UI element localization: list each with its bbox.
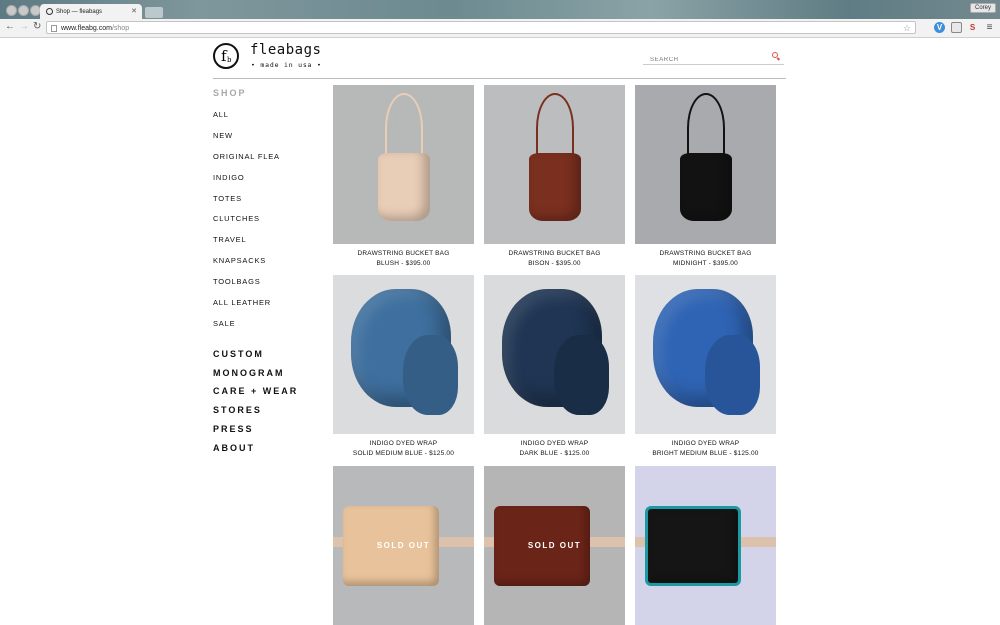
product-card[interactable]: SOLD OUT [484,466,625,625]
back-arrow-icon[interactable]: ← [5,21,15,33]
product-variant-price: SOLID MEDIUM BLUE - $125.00 [352,450,455,457]
search-box [643,48,784,68]
menu-icon[interactable]: ≡ [984,22,995,33]
sidebar-nav: SHOP ALL NEW ORIGINAL FLEA INDIGO TOTES … [213,88,323,462]
product-photo[interactable] [333,85,474,244]
scarf-tail [705,335,760,415]
browser-tab[interactable]: Shop — fleabags ✕ [40,4,142,19]
nav-custom[interactable]: CUSTOM [213,349,323,368]
sold-out-label: SOLD OUT [376,541,431,550]
bag-body [529,153,581,221]
product-card[interactable] [635,466,776,625]
product-name[interactable]: INDIGO DYED WRAP [333,440,474,447]
url-host: www.fleabg.com [61,25,112,32]
search-icon[interactable] [772,52,778,58]
product-photo[interactable] [484,85,625,244]
nav-stores[interactable]: STORES [213,405,323,424]
product-photo[interactable]: SOLD OUT [484,466,625,625]
product-card[interactable]: INDIGO DYED WRAP DARK BLUE - $125.00 [484,275,625,457]
bag-body [680,153,732,221]
product-name[interactable]: INDIGO DYED WRAP [484,440,625,447]
minimize-window-button[interactable] [18,5,29,16]
product-photo[interactable] [635,275,776,434]
sidebar-item-sale[interactable]: SALE [213,318,323,339]
scarf-tail [554,335,609,415]
sidebar-item-indigo[interactable]: INDIGO [213,172,323,193]
nav-monogram[interactable]: MONOGRAM [213,368,323,387]
sidebar-item-travel[interactable]: TRAVEL [213,234,323,255]
sidebar-item-knapsacks[interactable]: KNAPSACKS [213,255,323,276]
nav-about[interactable]: ABOUT [213,443,323,462]
product-variant-price: DARK BLUE - $125.00 [519,450,590,457]
product-photo[interactable] [484,275,625,434]
browser-tab-strip: Shop — fleabags ✕ Corey [0,0,1000,19]
product-card[interactable]: SOLD OUT [333,466,474,625]
close-window-button[interactable] [6,5,17,16]
product-card[interactable]: INDIGO DYED WRAP SOLID MEDIUM BLUE - $12… [333,275,474,457]
extension-s-icon[interactable]: S [967,22,978,33]
cast-icon[interactable] [951,22,962,33]
sidebar-item-toolbags[interactable]: TOOLBAGS [213,276,323,297]
sold-out-label: SOLD OUT [527,541,582,550]
forward-arrow-icon[interactable]: → [19,21,29,33]
product-photo[interactable]: SOLD OUT [333,466,474,625]
product-card[interactable]: DRAWSTRING BUCKET BAG BLUSH - $395.00 [333,85,474,267]
brand-tagline: • made in usa • [251,61,322,69]
logo-letter: f [221,47,227,65]
search-input[interactable] [643,52,770,68]
sidebar-item-all[interactable]: ALL [213,109,323,130]
address-bar[interactable]: www.fleabg.com/shop ☆ [46,21,916,34]
nav-press[interactable]: PRESS [213,424,323,443]
web-page: f b fleabags • made in usa • SHOP ALL NE… [0,38,1000,625]
product-photo[interactable] [333,275,474,434]
sidebar-item-original-flea[interactable]: ORIGINAL FLEA [213,151,323,172]
close-tab-icon[interactable]: ✕ [131,7,137,15]
brand-name[interactable]: fleabags [250,42,321,58]
reload-icon[interactable]: ↻ [33,21,41,33]
product-variant-price: MIDNIGHT - $395.00 [673,260,738,267]
sidebar-item-totes[interactable]: TOTES [213,193,323,214]
sidebar-item-new[interactable]: NEW [213,130,323,151]
bag-body [378,153,430,221]
nav-care-wear[interactable]: CARE + WEAR [213,386,323,405]
product-name[interactable]: DRAWSTRING BUCKET BAG [635,250,776,257]
product-name[interactable]: INDIGO DYED WRAP [635,440,776,447]
product-photo[interactable] [635,466,776,625]
wallet-body [645,506,741,586]
logo-sub: b [227,56,232,64]
shop-heading: SHOP [213,88,247,98]
product-card[interactable]: INDIGO DYED WRAP BRIGHT MEDIUM BLUE - $1… [635,275,776,457]
favicon-icon [46,8,53,15]
scarf-tail [403,335,458,415]
url-path: /shop [111,25,130,32]
product-card[interactable]: DRAWSTRING BUCKET BAG BISON - $395.00 [484,85,625,267]
product-variant-price: BISON - $395.00 [528,260,581,267]
new-tab-button[interactable] [145,7,163,18]
brand-logo-icon[interactable]: f b [213,43,239,69]
product-photo[interactable] [635,85,776,244]
product-card[interactable]: DRAWSTRING BUCKET BAG MIDNIGHT - $395.00 [635,85,776,267]
browser-toolbar: ← → ↻ www.fleabg.com/shop ☆ V S ≡ [0,19,1000,38]
product-name[interactable]: DRAWSTRING BUCKET BAG [333,250,474,257]
product-variant-price: BRIGHT MEDIUM BLUE - $125.00 [652,450,759,457]
product-name[interactable]: DRAWSTRING BUCKET BAG [484,250,625,257]
sidebar-item-all-leather[interactable]: ALL LEATHER [213,297,323,318]
page-icon [51,25,57,32]
product-variant-price: BLUSH - $395.00 [376,260,431,267]
header-divider [213,78,786,79]
sidebar-item-clutches[interactable]: CLUTCHES [213,213,323,234]
profile-button[interactable]: Corey [969,3,996,13]
bookmark-star-icon[interactable]: ☆ [903,22,911,35]
extension-v-icon[interactable]: V [934,22,945,33]
tab-title: Shop — fleabags [56,8,103,15]
